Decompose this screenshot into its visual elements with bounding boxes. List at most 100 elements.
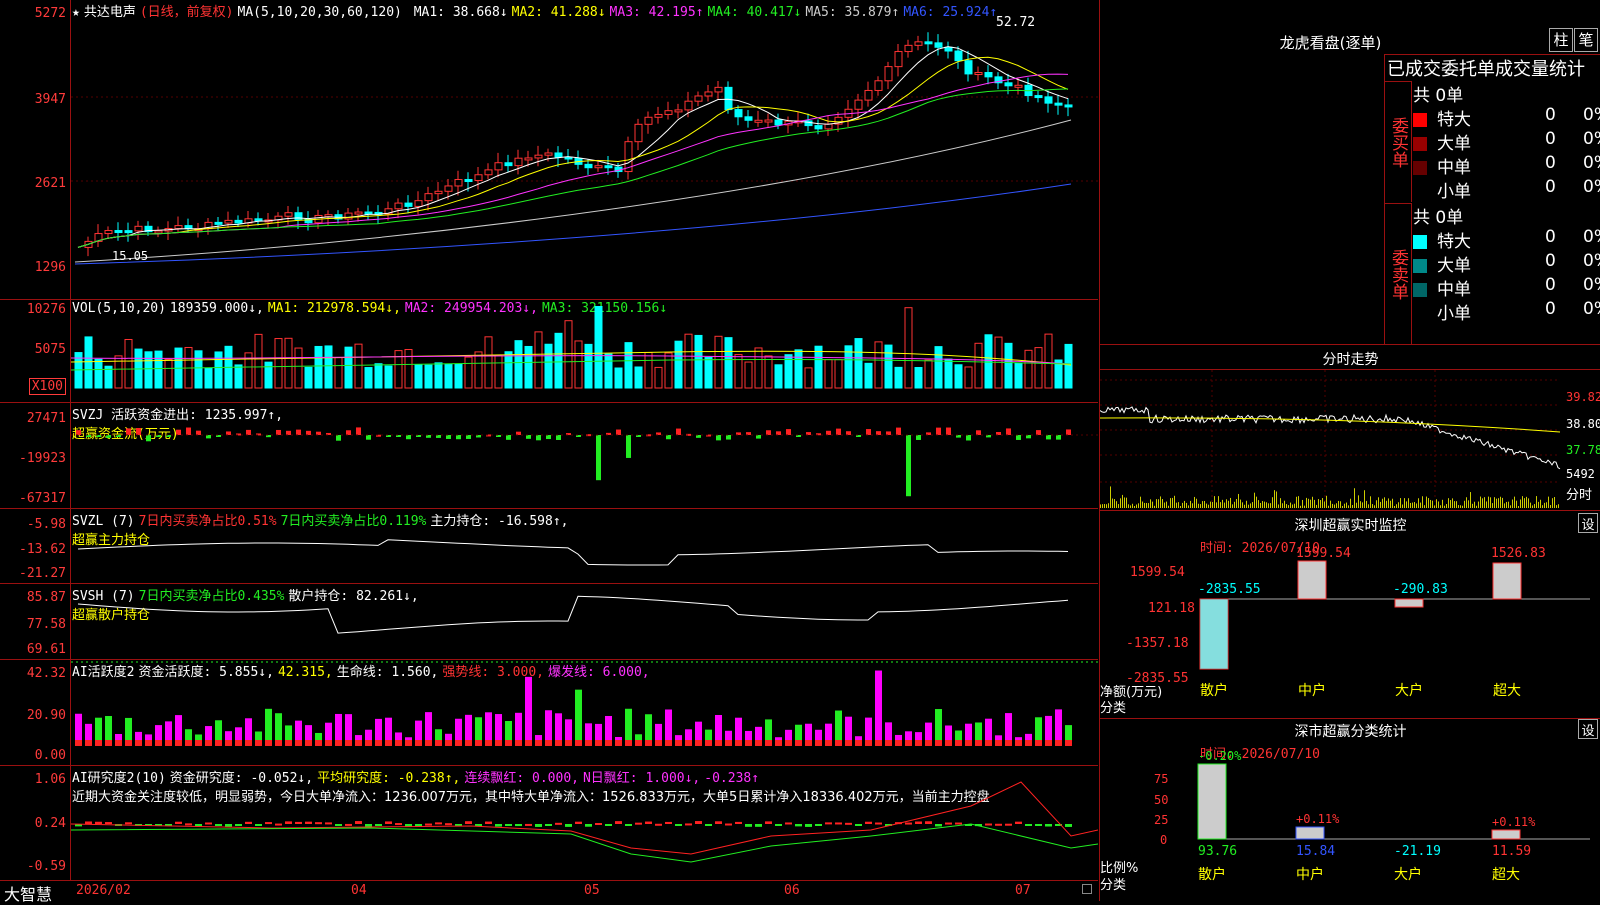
intraday-vol-bar: [1442, 499, 1443, 508]
volume-bar: [684, 333, 693, 389]
activity-base: [405, 740, 412, 746]
volume-bar: [934, 346, 943, 389]
order-color-swatch: [1413, 283, 1427, 297]
intraday-vol-bar: [1534, 504, 1535, 508]
intraday-vol-bar: [1132, 503, 1133, 508]
intraday-vol-bar: [1236, 498, 1237, 508]
price-label: 1296: [34, 260, 66, 275]
ai1-label: 20.90: [26, 708, 66, 723]
intraday-vol-bar: [1528, 498, 1529, 508]
activity-base: [975, 740, 982, 746]
bottom-bar: 大智慧 2026/02 04 05 06 07: [0, 880, 1098, 904]
activity-base: [265, 740, 272, 746]
flow-bar: [536, 435, 541, 441]
activity-base: [925, 740, 932, 746]
candle: [214, 221, 223, 225]
intraday-vol-bar: [1502, 497, 1503, 508]
activity-base: [215, 740, 222, 746]
tab-tick-list[interactable]: 笔: [1574, 28, 1598, 52]
activity-base: [385, 740, 392, 746]
intraday-vol-bar: [1240, 499, 1241, 508]
intraday-vol-bar: [1334, 504, 1335, 508]
sz-bar-overlay: [1200, 599, 1228, 669]
sz-bar-value: -290.83: [1393, 582, 1448, 597]
candle: [974, 72, 983, 76]
volume-bar: [444, 363, 453, 389]
kline-panel[interactable]: 5272 3947 2621 1296 ★ 共达电声 (日线，前复权) MA(5,10…: [0, 0, 1098, 300]
vol-unit-label[interactable]: X100: [28, 378, 66, 395]
intraday-vol-bar: [1542, 505, 1543, 508]
ai-activity-panel[interactable]: 42.32 20.90 0.00 AI活跃度2 资金活跃度: 5.855↓, 42.…: [0, 660, 1098, 766]
svzl-panel[interactable]: -5.98 -13.62 -21.27 SVZL (7) 7日内买卖净占比0.51…: [0, 509, 1098, 584]
fl-bar-bottom: 11.59: [1492, 844, 1531, 859]
intraday-vol: 5492: [1566, 467, 1595, 481]
intraday-vol-bar: [1512, 499, 1513, 508]
flow-bar: [146, 435, 151, 442]
volume-bar: [204, 367, 213, 389]
activity-base: [195, 740, 202, 746]
research-bar: [345, 823, 352, 826]
flow-bar: [546, 435, 551, 440]
research-bar: [125, 822, 132, 825]
tab-bar-chart[interactable]: 柱: [1549, 28, 1573, 52]
activity-base: [645, 740, 652, 746]
volume-bar: [794, 349, 803, 389]
fl-bar-top: +0.11%: [1492, 815, 1536, 829]
intraday-vol-bar: [1360, 501, 1361, 508]
intraday-vol-bar: [1324, 501, 1325, 508]
research-bar: [255, 824, 262, 826]
intraday-vol-bar: [1520, 499, 1521, 508]
order-type: 大单: [1437, 256, 1471, 276]
volume-bar: [474, 351, 483, 389]
flow-bar: [206, 435, 211, 439]
flow-bar: [1046, 435, 1051, 440]
longhu-panel: 龙虎看盘(逐单) 柱 笔 已成交委托单成交量统计 委买单 委卖单 共 0单 共 …: [1099, 0, 1600, 345]
ai2-label: 1.06: [34, 772, 66, 787]
activity-base: [145, 740, 152, 746]
intraday-vol-bar: [1426, 496, 1427, 508]
activity-base: [885, 740, 892, 746]
svsh-panel[interactable]: 85.87 77.58 69.61 SVSH (7) 7日内买卖净占比0.435%…: [0, 584, 1098, 660]
lock-icon[interactable]: [1082, 884, 1092, 894]
intraday-vol-bar: [1128, 504, 1129, 508]
intraday-vol-bar: [1188, 505, 1189, 508]
candle: [404, 202, 413, 207]
intraday-vol-bar: [1172, 497, 1173, 508]
candle: [154, 230, 163, 234]
intraday-vol-bar: [1194, 496, 1195, 508]
research-bar: [665, 821, 672, 824]
volume-bar: [904, 307, 913, 389]
order-type: 小单: [1437, 182, 1471, 202]
intraday-vol-bar: [1326, 495, 1327, 508]
intraday-vol-bar: [1110, 486, 1111, 508]
volume-bar: [534, 331, 543, 389]
intraday-vol-bar: [1108, 503, 1109, 508]
intraday-vol-bar: [1198, 503, 1199, 508]
ai-research-panel[interactable]: 1.06 0.24 -0.59 AI研究度2(10) 资金研究度: -0.052↓…: [0, 766, 1098, 880]
sz-monitor-panel[interactable]: 深圳超赢实时监控 设 时间: 2026/07/10 1599.54 121.18…: [1099, 510, 1600, 719]
volume-panel[interactable]: 10276 5075 X100 VOL(5,10,20) 189359.000↓,…: [0, 300, 1098, 403]
intraday-vol-bar: [1374, 505, 1375, 508]
research-bar: [365, 824, 372, 827]
intraday-vol-bar: [1330, 500, 1331, 508]
fl-bar-bottom: 15.84: [1296, 844, 1335, 859]
fl-bar-bottom: -21.19: [1394, 844, 1441, 859]
intraday-vol-bar: [1102, 504, 1103, 508]
intraday-panel[interactable]: 分时走势 39.82 38.80 37.78 5492 分时: [1099, 345, 1600, 510]
volume-bar: [974, 342, 983, 389]
candle: [554, 152, 563, 158]
intraday-vol-bar: [1406, 501, 1407, 508]
order-pct: 0%: [1583, 153, 1600, 173]
fl-category: 超大: [1492, 867, 1520, 883]
intraday-vol-bar: [1146, 502, 1147, 508]
candle: [724, 86, 733, 111]
intraday-vol-bar: [1386, 500, 1387, 508]
intraday-vol-bar: [1152, 501, 1153, 508]
intraday-vol-bar: [1478, 501, 1479, 508]
flow-bar: [1016, 435, 1021, 440]
kline-chart[interactable]: [71, 0, 1098, 300]
intraday-vol-bar: [1460, 505, 1461, 508]
svzj-panel[interactable]: 27471 -19923 -67317 SVZJ 活跃资金进出: 1235.99…: [0, 403, 1098, 509]
brand-logo[interactable]: 大智慧: [4, 881, 52, 905]
sz-classify-panel[interactable]: 深市超赢分类统计 设 时间: 2026/07/10 75 50 25 0 比例%…: [1099, 718, 1600, 901]
